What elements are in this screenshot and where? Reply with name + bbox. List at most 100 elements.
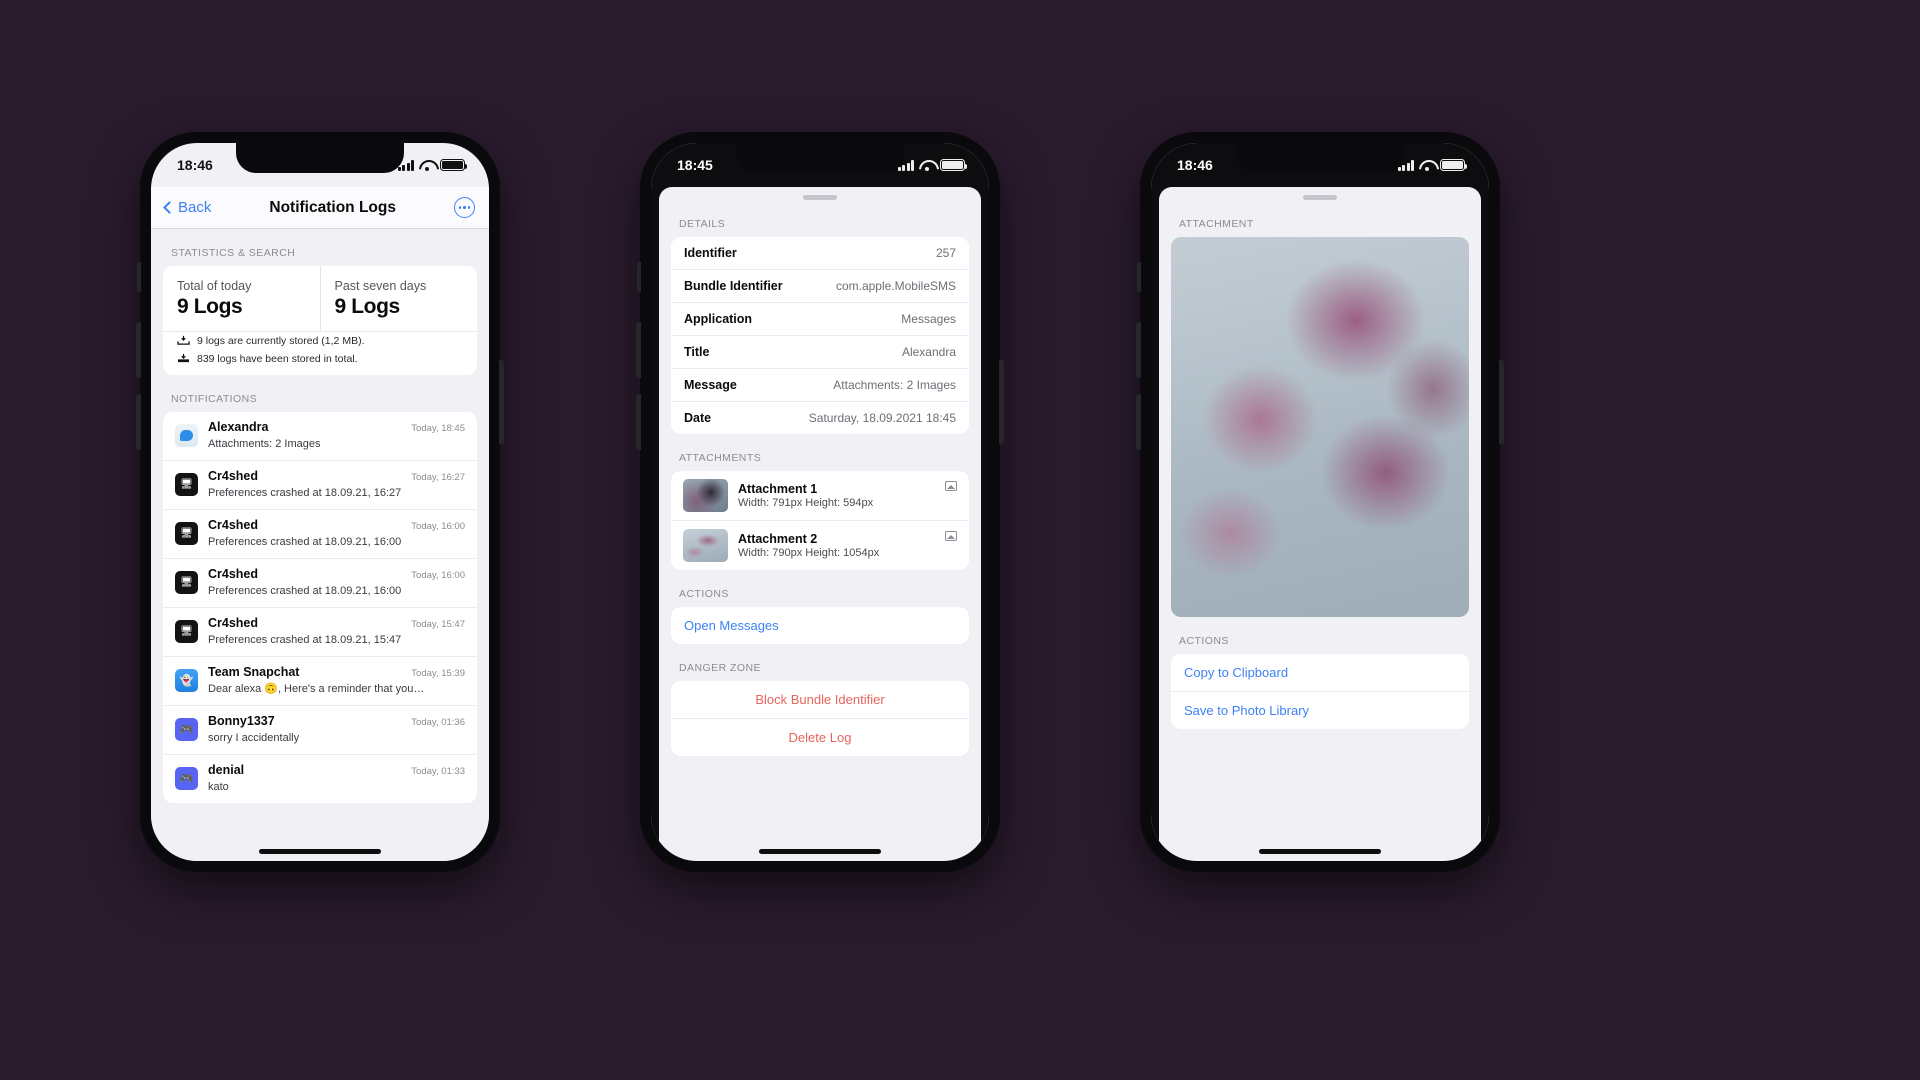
danger-zone-card: Block Bundle Identifier Delete Log (671, 680, 969, 756)
phone3-screen: 18:46 ATTACHMENT ACTIONS Copy to Clipboa… (1151, 143, 1489, 861)
actions-section-header: ACTIONS (1179, 634, 1229, 647)
cr4shed-icon: 🖥 (175, 522, 198, 545)
home-indicator[interactable] (1259, 849, 1381, 854)
status-time: 18:46 (1177, 157, 1213, 173)
detail-key: Title (684, 344, 710, 359)
list-item-time: Today, 16:27 (411, 471, 465, 483)
save-to-photo-library-button[interactable]: Save to Photo Library (1171, 690, 1469, 729)
stat-past-seven-days[interactable]: Past seven days 9 Logs (319, 266, 478, 331)
copy-to-clipboard-button[interactable]: Copy to Clipboard (1171, 654, 1469, 691)
list-item[interactable]: 🖥 Cr4shed Today, 15:47 Preferences crash… (163, 606, 477, 656)
back-button[interactable]: Back (163, 199, 212, 216)
status-indicators (397, 159, 467, 171)
list-item-body: Cr4shed Today, 16:00 Preferences crashed… (208, 567, 465, 599)
list-item-title: Cr4shed (208, 566, 259, 581)
back-button-label: Back (178, 199, 212, 216)
power-button[interactable] (1499, 360, 1504, 444)
volume-up-button[interactable] (1136, 322, 1141, 378)
list-item-title: denial (208, 762, 245, 777)
stat-value: 9 Logs (177, 295, 243, 318)
home-indicator[interactable] (259, 849, 381, 854)
attachments-card: Attachment 1 Width: 791px Height: 594px … (671, 470, 969, 570)
detail-key: Application (684, 311, 753, 326)
silent-switch[interactable] (137, 262, 141, 292)
silent-switch[interactable] (1137, 262, 1141, 292)
silent-switch[interactable] (637, 262, 641, 292)
list-item-subtitle: Attachments: 2 Images (208, 437, 321, 450)
list-item-body: Team Snapchat Today, 15:39 Dear alexa 🙃,… (208, 665, 465, 697)
list-item-body: Bonny1337 Today, 01:36 sorry I accidenta… (208, 714, 465, 746)
photo-icon (945, 530, 957, 541)
actions-card: Copy to Clipboard Save to Photo Library (1171, 653, 1469, 729)
snapchat-icon: 👻 (175, 669, 198, 692)
volume-down-button[interactable] (636, 394, 641, 450)
list-item-time: Today, 16:00 (411, 520, 465, 532)
list-item[interactable]: 👻 Team Snapchat Today, 15:39 Dear alexa … (163, 655, 477, 705)
block-bundle-identifier-button[interactable]: Block Bundle Identifier (671, 681, 969, 718)
cr4shed-icon: 🖥 (175, 571, 198, 594)
list-item[interactable]: 🎮 Bonny1337 Today, 01:36 sorry I acciden… (163, 704, 477, 754)
status-indicators (1397, 159, 1467, 171)
phone-notification-logs: 18:46 Back Notification Logs STATISTICS … (136, 132, 504, 872)
attachment-section-header: ATTACHMENT (1179, 217, 1254, 230)
notch (1236, 143, 1404, 173)
list-item-time: Today, 16:00 (411, 569, 465, 581)
attachment-dimensions: Width: 791px Height: 594px (738, 496, 874, 509)
list-item-subtitle: Preferences crashed at 18.09.21, 16:00 (208, 584, 402, 597)
attachment-thumbnail (683, 528, 728, 562)
stat-label: Total of today (177, 279, 252, 293)
volume-down-button[interactable] (1136, 394, 1141, 450)
attachment-preview[interactable] (1171, 236, 1469, 617)
home-indicator[interactable] (759, 849, 881, 854)
storage-total-text: 839 logs have been stored in total. (197, 352, 358, 365)
battery-icon (1440, 159, 1467, 171)
list-item[interactable]: 🎮 denial Today, 01:33 kato (163, 753, 477, 803)
list-item-body: Cr4shed Today, 16:00 Preferences crashed… (208, 518, 465, 550)
status-time: 18:45 (677, 157, 713, 173)
detail-row-message: Message Attachments: 2 Images (671, 367, 969, 401)
page-title: Notification Logs (269, 198, 396, 216)
list-item-time: Today, 01:33 (411, 765, 465, 777)
attachment-row[interactable]: Attachment 1 Width: 791px Height: 594px (671, 471, 969, 520)
list-item[interactable]: 🖥 Cr4shed Today, 16:27 Preferences crash… (163, 459, 477, 509)
list-item[interactable]: 🖥 Cr4shed Today, 16:00 Preferences crash… (163, 508, 477, 558)
notifications-list: Alexandra Today, 18:45 Attachments: 2 Im… (163, 411, 477, 803)
stat-value: 9 Logs (334, 295, 401, 318)
power-button[interactable] (499, 360, 504, 444)
delete-log-button[interactable]: Delete Log (671, 717, 969, 756)
attachment-info: Attachment 1 Width: 791px Height: 594px (738, 482, 873, 509)
status-indicators (897, 159, 967, 171)
details-sheet: DETAILS Identifier 257 Bundle Identifier… (659, 187, 981, 861)
detail-key: Date (684, 410, 712, 425)
phone-log-details: 18:45 DETAILS Identifier 257 Bundle Iden… (636, 132, 1004, 872)
volume-up-button[interactable] (136, 322, 141, 378)
discord-icon: 🎮 (175, 767, 198, 790)
attachment-info: Attachment 2 Width: 790px Height: 1054px (738, 532, 879, 559)
attachment-sheet: ATTACHMENT ACTIONS Copy to Clipboard Sav… (1159, 187, 1481, 861)
storage-total-row: 839 logs have been stored in total. (163, 350, 477, 375)
list-item-title: Alexandra (208, 419, 269, 434)
battery-icon (440, 159, 467, 171)
list-item-subtitle: Preferences crashed at 18.09.21, 16:00 (208, 535, 402, 548)
stat-total-today[interactable]: Total of today 9 Logs (163, 266, 320, 331)
attachment-name: Attachment 2 (738, 531, 818, 546)
list-item[interactable]: Alexandra Today, 18:45 Attachments: 2 Im… (163, 412, 477, 460)
attachment-row[interactable]: Attachment 2 Width: 790px Height: 1054px (671, 519, 969, 570)
phone1-content: STATISTICS & SEARCH Total of today 9 Log… (151, 229, 489, 861)
open-messages-button[interactable]: Open Messages (671, 607, 969, 644)
volume-up-button[interactable] (636, 322, 641, 378)
detail-key: Message (684, 377, 737, 392)
more-options-button[interactable] (454, 197, 475, 218)
list-item[interactable]: 🖥 Cr4shed Today, 16:00 Preferences crash… (163, 557, 477, 607)
volume-down-button[interactable] (136, 394, 141, 450)
photo-icon (945, 480, 957, 491)
power-button[interactable] (999, 360, 1004, 444)
statistics-card: Total of today 9 Logs Past seven days 9 … (163, 266, 477, 375)
attachment-thumbnail (683, 478, 728, 512)
chevron-left-icon (163, 201, 176, 214)
navigation-bar: Back Notification Logs (151, 187, 489, 229)
cr4shed-icon: 🖥 (175, 620, 198, 643)
list-item-time: Today, 15:39 (411, 667, 465, 679)
actions-section-header: ACTIONS (679, 587, 729, 600)
statistics-row: Total of today 9 Logs Past seven days 9 … (163, 266, 477, 331)
